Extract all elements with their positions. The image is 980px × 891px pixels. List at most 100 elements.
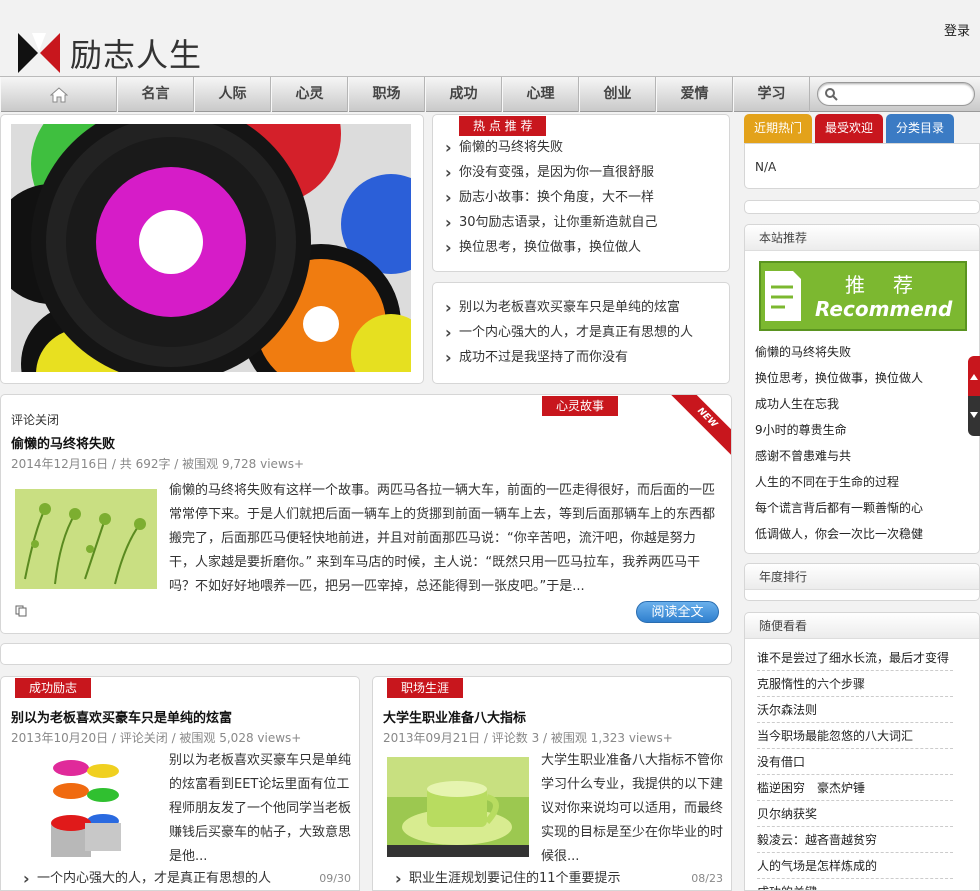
search-input[interactable] xyxy=(817,82,975,106)
list-item[interactable]: 成功人生在忘我 xyxy=(755,391,923,417)
copy-icon[interactable] xyxy=(15,605,27,621)
nav-category[interactable]: 职场 xyxy=(348,77,425,112)
logo-icon xyxy=(18,33,60,73)
tab-categories[interactable]: 分类目录 xyxy=(886,114,954,143)
nav-category[interactable]: 成功 xyxy=(425,77,502,112)
list-item[interactable]: 人生的不同在于生命的过程 xyxy=(755,469,923,495)
widget-title: 本站推荐 xyxy=(745,225,979,251)
slideshow[interactable] xyxy=(0,114,424,384)
list-item[interactable]: 人的气场是怎样炼成的 xyxy=(757,853,953,879)
list-item[interactable]: 槛逆困穷 豪杰炉锤 xyxy=(757,775,953,801)
read-more-button[interactable]: 阅读全文 xyxy=(636,601,719,623)
list-item[interactable]: 一个内心强大的人，才是真正有思想的人 xyxy=(445,320,693,345)
arrow-down-icon xyxy=(970,412,978,418)
hot-list-2: 别以为老板喜欢买豪车只是单纯的炫富 一个内心强大的人，才是真正有思想的人 成功不… xyxy=(445,295,693,370)
main-nav: 名言 人际 心灵 职场 成功 心理 创业 爱情 学习 xyxy=(0,76,980,112)
article-title[interactable]: 别以为老板喜欢买豪车只是单纯的炫富 xyxy=(11,707,232,726)
empty-widget xyxy=(744,200,980,214)
list-item[interactable]: 成功的关键 xyxy=(757,879,953,890)
hot-list: 偷懒的马终将失败 你没有变强，是因为你一直很舒服 励志小故事：换个角度，大不一样… xyxy=(445,135,658,260)
recommend-widget: 本站推荐 推 荐 Recommend 偷懒的马终将失败 换位思考，换位做事，换位… xyxy=(744,224,980,554)
feature-article: 心灵故事 NEW 评论关闭 偷懒的马终将失败 2014年12月16日 / 共 6… xyxy=(0,394,732,634)
list-item[interactable]: 贝尔纳获奖 xyxy=(757,801,953,827)
nav-category[interactable]: 心理 xyxy=(502,77,579,112)
list-item[interactable]: 克服惰性的六个步骤 xyxy=(757,671,953,697)
widget-title: 年度排行 xyxy=(745,564,979,590)
column-career: 职场生涯 大学生职业准备八大指标 2013年09月21日 / 评论数 3 / 被… xyxy=(372,676,732,891)
article-excerpt: 别以为老板喜欢买豪车只是单纯的炫富看到EET论坛里面有位工程师朋友发了一个他同学… xyxy=(169,753,352,864)
login-link[interactable]: 登录 xyxy=(944,20,970,39)
tab-recent-hot[interactable]: 近期热门 xyxy=(744,114,812,143)
arrow-up-icon xyxy=(970,374,978,380)
article-thumbnail[interactable] xyxy=(15,489,157,589)
list-item[interactable]: 低调做人，你会一次比一次稳健 xyxy=(755,521,923,547)
nav-category[interactable]: 心灵 xyxy=(271,77,348,112)
article-meta: 2014年12月16日 / 共 692字 / 被围观 9,728 views+ xyxy=(11,457,305,471)
comment-status: 评论关闭 xyxy=(11,413,60,427)
list-item[interactable]: 30句励志语录，让你重新造就自己 xyxy=(445,210,658,235)
related-title[interactable]: 一个内心强大的人，才是真正有思想的人 xyxy=(37,871,271,886)
list-item[interactable]: 换位思考，换位做事，换位做人 xyxy=(445,235,658,260)
list-item[interactable]: 一个内心强大的人，才是真正有思想的人 09/30 xyxy=(23,866,351,890)
list-item[interactable]: 换位思考，换位做事，换位做人 xyxy=(755,365,923,391)
list-item[interactable]: 别以为老板喜欢买豪车只是单纯的炫富 xyxy=(445,295,693,320)
list-item[interactable]: 你没有变强，是因为你一直很舒服 xyxy=(445,160,658,185)
list-item[interactable]: 偷懒的马终将失败 xyxy=(445,135,658,160)
hot-panel-2: 别以为老板喜欢买豪车只是单纯的炫富 一个内心强大的人，才是真正有思想的人 成功不… xyxy=(432,282,730,384)
related-list: 一个内心强大的人，才是真正有思想的人 09/30 xyxy=(23,866,351,890)
tab-panel: N/A xyxy=(744,143,980,189)
hot-tag: 热 点 推 荐 xyxy=(459,116,547,136)
list-item[interactable]: 励志小故事：换个角度，大不一样 xyxy=(445,185,658,210)
column-success: 成功励志 别以为老板喜欢买豪车只是单纯的炫富 2013年10月20日 / 评论关… xyxy=(0,676,360,891)
scroll-up-button[interactable] xyxy=(968,356,980,396)
document-icon xyxy=(765,271,801,321)
nav-category[interactable]: 创业 xyxy=(579,77,656,112)
tab-content: N/A xyxy=(755,160,777,174)
related-date: 09/30 xyxy=(319,872,351,885)
article-meta: 2013年09月21日 / 评论数 3 / 被围观 1,323 views+ xyxy=(383,731,673,745)
recommend-list: 偷懒的马终将失败 换位思考，换位做事，换位做人 成功人生在忘我 9小时的尊贵生命… xyxy=(745,333,933,547)
list-item[interactable]: 谁不是尝过了细水长流，最后才变得 xyxy=(757,645,953,671)
list-item[interactable]: 沃尔森法则 xyxy=(757,697,953,723)
site-logo[interactable]: 励志人生 xyxy=(18,30,202,76)
related-list: 职业生涯规划要记住的11个重要提示 08/23 xyxy=(395,866,723,890)
scroll-buttons xyxy=(968,356,980,436)
recommend-banner[interactable]: 推 荐 Recommend xyxy=(759,261,967,331)
widget-title: 随便看看 xyxy=(745,613,979,639)
random-list: 谁不是尝过了细水长流，最后才变得 克服惰性的六个步骤 沃尔森法则 当今职场最能忽… xyxy=(747,645,963,890)
home-icon xyxy=(49,86,68,102)
new-ribbon: NEW xyxy=(665,395,731,460)
article-thumbnail[interactable] xyxy=(41,753,131,863)
article-thumbnail[interactable] xyxy=(387,757,529,857)
list-item[interactable]: 9小时的尊贵生命 xyxy=(755,417,923,443)
hot-panel: 热 点 推 荐 偷懒的马终将失败 你没有变强，是因为你一直很舒服 励志小故事：换… xyxy=(432,114,730,272)
list-item[interactable]: 偷懒的马终将失败 xyxy=(755,339,923,365)
article-title[interactable]: 偷懒的马终将失败 xyxy=(11,433,115,452)
list-item[interactable]: 感谢不曾患难与共 xyxy=(755,443,923,469)
search-icon xyxy=(825,88,838,101)
article-excerpt: 偷懒的马终将失败有这样一个故事。两匹马各拉一辆大车，前面的一匹走得很好，而后面的… xyxy=(169,483,716,594)
nav-category[interactable]: 学习 xyxy=(733,77,810,112)
nav-category[interactable]: 爱情 xyxy=(656,77,733,112)
list-item[interactable]: 当今职场最能忽悠的八大词汇 xyxy=(757,723,953,749)
category-tag[interactable]: 心灵故事 xyxy=(542,396,619,416)
article-excerpt: 大学生职业准备八大指标不管你学习什么专业，我提供的以下建议对你来说均可以适用，而… xyxy=(541,753,724,864)
scroll-down-button[interactable] xyxy=(968,396,980,436)
list-item[interactable]: 每个谎言背后都有一颗善惭的心 xyxy=(755,495,923,521)
article-title[interactable]: 大学生职业准备八大指标 xyxy=(383,707,526,726)
nav-home[interactable] xyxy=(0,77,117,112)
tab-most-popular[interactable]: 最受欢迎 xyxy=(815,114,883,143)
category-tag[interactable]: 成功励志 xyxy=(15,678,92,698)
category-tag[interactable]: 职场生涯 xyxy=(387,678,464,698)
list-item[interactable]: 职业生涯规划要记住的11个重要提示 08/23 xyxy=(395,866,723,890)
site-title: 励志人生 xyxy=(70,36,203,74)
list-item[interactable]: 毅凌云：越吝啬越贫穷 xyxy=(757,827,953,853)
banner-title: 推 荐 xyxy=(845,273,917,297)
list-item[interactable]: 成功不过是我坚持了而你没有 xyxy=(445,345,693,370)
list-item[interactable]: 没有借口 xyxy=(757,749,953,775)
slide-image[interactable] xyxy=(11,124,411,372)
nav-category[interactable]: 名言 xyxy=(117,77,194,112)
nav-category[interactable]: 人际 xyxy=(194,77,271,112)
related-title[interactable]: 职业生涯规划要记住的11个重要提示 xyxy=(409,871,621,886)
year-ranking-widget: 年度排行 xyxy=(744,563,980,601)
